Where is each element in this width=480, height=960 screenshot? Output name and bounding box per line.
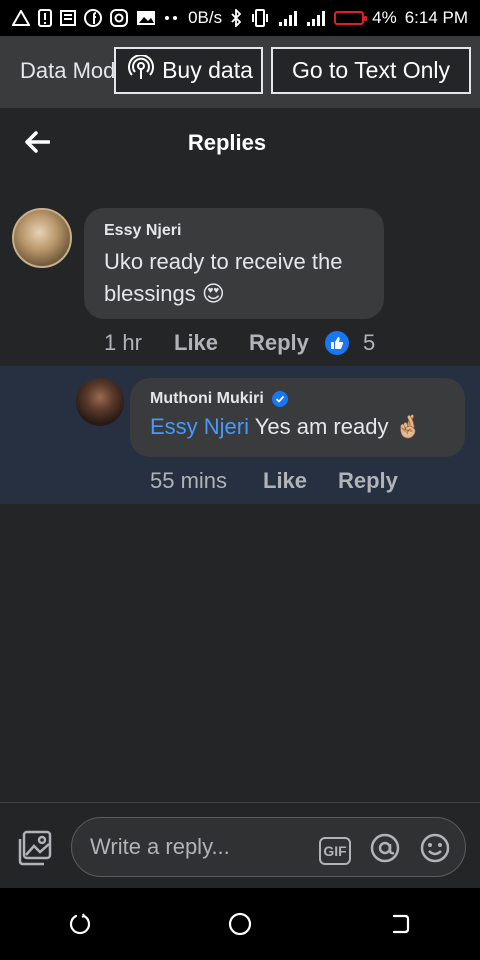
thumbs-up-icon[interactable] bbox=[325, 331, 349, 355]
signal-icon bbox=[278, 10, 298, 26]
comment-time[interactable]: 1 hr bbox=[104, 330, 174, 356]
battery-level: 4% bbox=[372, 8, 397, 27]
news-icon bbox=[60, 10, 76, 26]
text-only-label: Go to Text Only bbox=[291, 57, 451, 83]
avatar[interactable] bbox=[12, 208, 72, 268]
reply-button[interactable]: Reply bbox=[249, 330, 325, 356]
comment-bubble[interactable]: Essy Njeri Uko ready to receive the bles… bbox=[84, 208, 384, 319]
reply-button[interactable]: Reply bbox=[338, 468, 398, 494]
clock: 6:14 PM bbox=[404, 8, 468, 27]
comment: Essy Njeri Uko ready to receive the bles… bbox=[0, 180, 480, 366]
reply-text-row: Essy Njeri Yes am ready 🤞🏼 bbox=[150, 412, 445, 442]
back-nav-icon bbox=[392, 914, 410, 934]
battery-icon bbox=[334, 11, 368, 25]
broadcast-icon bbox=[128, 53, 155, 87]
photo-icon bbox=[18, 830, 52, 866]
instagram-icon bbox=[110, 9, 128, 27]
alert-icon bbox=[38, 9, 52, 27]
replies-thread: Essy Njeri Uko ready to receive the bles… bbox=[0, 180, 480, 802]
data-mode-label: Data Mode bbox=[20, 58, 120, 83]
status-right: 0B/s 4% 6:14 PM bbox=[188, 8, 468, 28]
network-speed: 0B/s bbox=[188, 8, 223, 27]
home-icon bbox=[228, 912, 252, 936]
signal-2-icon bbox=[306, 10, 326, 26]
reply-author[interactable]: Muthoni Mukiri bbox=[150, 390, 264, 408]
comment-actions: 1 hr Like Reply 5 bbox=[104, 330, 375, 356]
mention-icon[interactable] bbox=[369, 832, 401, 869]
composer-icons: GIF bbox=[319, 832, 451, 869]
bluetooth-icon bbox=[230, 9, 242, 27]
reply-time[interactable]: 55 mins bbox=[150, 468, 263, 494]
back-nav-button[interactable] bbox=[380, 904, 420, 944]
recents-button[interactable] bbox=[60, 904, 100, 944]
avatar[interactable] bbox=[76, 378, 124, 426]
more-dots-icon bbox=[164, 15, 178, 21]
status-bar: 0B/s 4% 6:14 PM bbox=[0, 0, 480, 36]
reaction-count[interactable]: 5 bbox=[363, 330, 375, 356]
buy-data-label: Buy data bbox=[162, 57, 253, 83]
emoji-icon[interactable] bbox=[419, 832, 451, 869]
warning-icon bbox=[12, 10, 30, 26]
page-header: Replies bbox=[0, 108, 480, 180]
reply-text: Yes am ready 🤞🏼 bbox=[249, 414, 422, 439]
home-button[interactable] bbox=[220, 904, 260, 944]
like-button[interactable]: Like bbox=[174, 330, 249, 356]
reply-input[interactable] bbox=[88, 833, 308, 861]
reply-actions: 55 mins Like Reply bbox=[150, 468, 398, 494]
reply-author-row: Muthoni Mukiri bbox=[150, 390, 445, 408]
photo-button[interactable] bbox=[16, 829, 54, 867]
status-left bbox=[12, 9, 178, 27]
data-mode-banner: Data Mode Buy data Go to Text Only bbox=[0, 36, 480, 108]
reply-comment: Muthoni Mukiri Essy Njeri Yes am ready 🤞… bbox=[0, 366, 480, 504]
mention-link[interactable]: Essy Njeri bbox=[150, 414, 249, 439]
page-title: Replies bbox=[187, 130, 267, 155]
facebook-icon bbox=[84, 9, 102, 27]
buy-data-button[interactable]: Buy data bbox=[114, 47, 263, 94]
reply-input-box[interactable]: GIF bbox=[71, 817, 466, 877]
like-button[interactable]: Like bbox=[263, 468, 338, 494]
reply-bubble[interactable]: Muthoni Mukiri Essy Njeri Yes am ready 🤞… bbox=[130, 378, 465, 457]
gallery-icon bbox=[136, 10, 156, 26]
vibrate-icon bbox=[250, 9, 270, 27]
system-nav-bar bbox=[0, 888, 480, 960]
gif-icon[interactable]: GIF bbox=[319, 836, 351, 865]
recents-icon bbox=[69, 913, 91, 935]
comment-author[interactable]: Essy Njeri bbox=[104, 222, 364, 240]
verified-icon bbox=[271, 391, 288, 407]
text-only-button[interactable]: Go to Text Only bbox=[271, 47, 471, 94]
reply-composer: GIF bbox=[0, 802, 480, 888]
comment-text: Uko ready to receive the blessings 😍 bbox=[104, 249, 343, 306]
